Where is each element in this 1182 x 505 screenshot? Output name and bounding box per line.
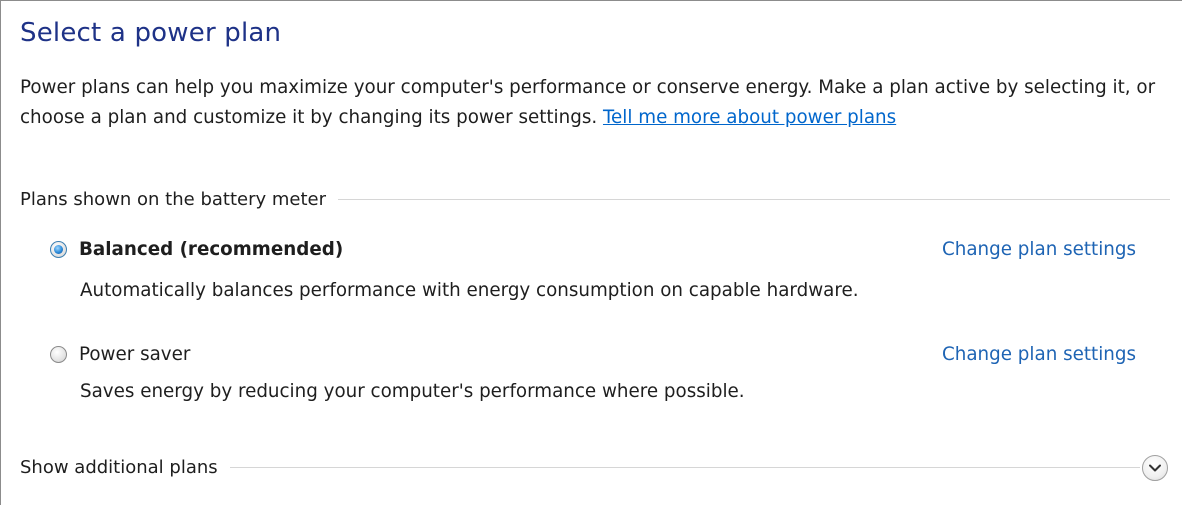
page-title: Select a power plan bbox=[20, 18, 282, 48]
chevron-down-icon bbox=[1149, 464, 1161, 472]
intro-text: Power plans can help you maximize your c… bbox=[20, 77, 1156, 128]
content-panel: Select a power plan Power plans can help… bbox=[0, 0, 1182, 505]
divider bbox=[338, 199, 1170, 200]
radio-selected-icon[interactable] bbox=[50, 241, 67, 258]
plan-balanced-radio[interactable]: Balanced (recommended) bbox=[50, 239, 343, 260]
tell-me-more-link[interactable]: Tell me more about power plans bbox=[603, 107, 896, 128]
plan-power-saver-label: Power saver bbox=[79, 344, 191, 365]
plans-section-header: Plans shown on the battery meter bbox=[20, 189, 1170, 210]
show-additional-plans-label[interactable]: Show additional plans bbox=[20, 457, 218, 478]
plan-balanced-description: Automatically balances performance with … bbox=[80, 280, 859, 301]
plan-balanced-label: Balanced (recommended) bbox=[79, 239, 344, 260]
expand-additional-plans-button[interactable] bbox=[1142, 455, 1168, 481]
change-plan-settings-balanced-link[interactable]: Change plan settings bbox=[942, 239, 1136, 260]
plan-power-saver-radio[interactable]: Power saver bbox=[50, 344, 190, 365]
radio-unselected-icon[interactable] bbox=[50, 346, 67, 363]
plan-power-saver-description: Saves energy by reducing your computer's… bbox=[80, 381, 745, 402]
change-plan-settings-power-saver-link[interactable]: Change plan settings bbox=[942, 344, 1136, 365]
divider bbox=[229, 467, 1140, 468]
intro-paragraph: Power plans can help you maximize your c… bbox=[20, 73, 1170, 133]
show-additional-plans-header[interactable]: Show additional plans bbox=[20, 457, 1140, 478]
plans-section-label: Plans shown on the battery meter bbox=[20, 189, 327, 210]
